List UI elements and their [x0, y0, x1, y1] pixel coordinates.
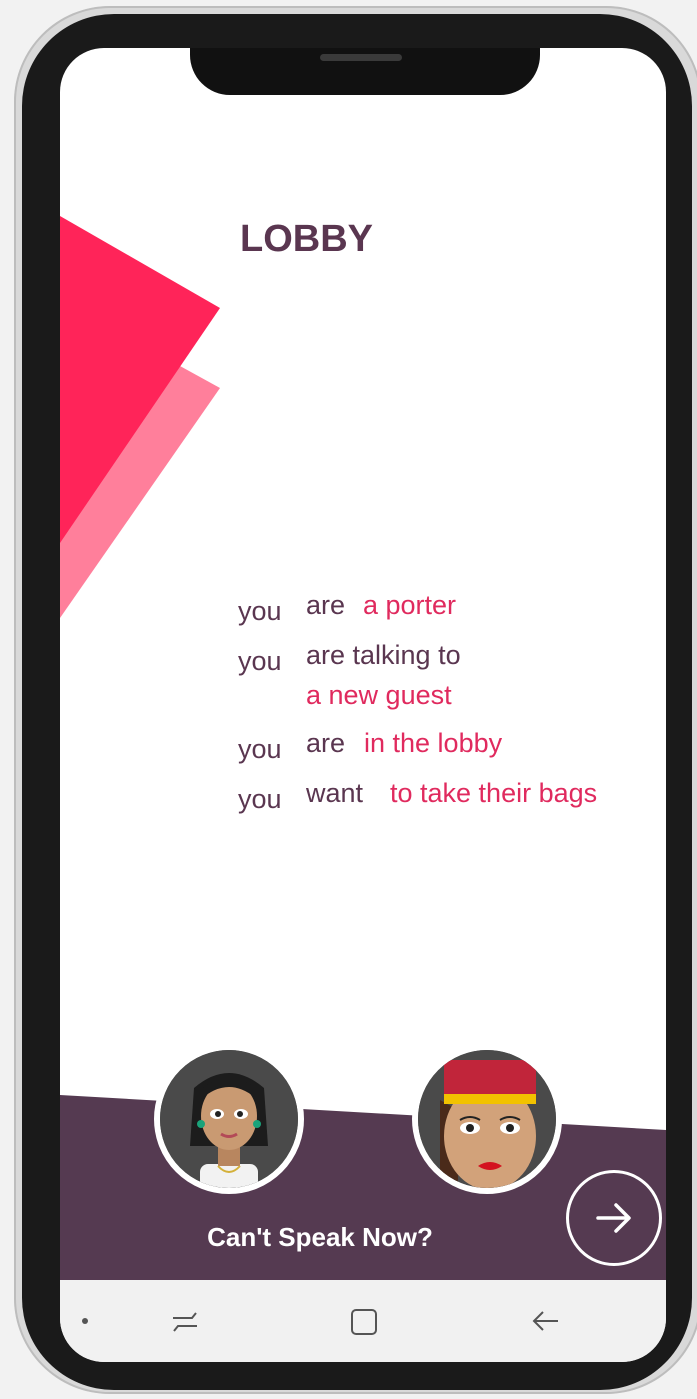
scenario-line-continued: a new guest [238, 680, 658, 728]
scenario-role: in the lobby [364, 728, 503, 758]
page-title: LOBBY [240, 218, 373, 260]
scenario-subject: you [238, 734, 282, 764]
scenario-role: to take their bags [390, 778, 598, 808]
recent-apps-icon[interactable] [170, 1306, 200, 1336]
earpiece-speaker [320, 54, 402, 61]
scenario-subject: you [238, 646, 282, 676]
next-button[interactable] [566, 1170, 662, 1266]
porter-avatar-icon [418, 1050, 556, 1188]
app-screen: LOBBY you are a porter you are talking t… [60, 48, 666, 1362]
scenario-verb: are [306, 590, 346, 620]
scenario-line: you are a porter [238, 590, 658, 640]
porter-avatar [412, 1044, 562, 1194]
scenario-role: a new guest [306, 680, 452, 710]
guest-avatar [154, 1044, 304, 1194]
scenario-block: you are a porter you are talking to a ne… [238, 590, 658, 822]
system-navbar [60, 1280, 666, 1362]
scenario-line: you are talking to [238, 640, 658, 680]
scenario-role: a porter [363, 590, 457, 620]
home-icon[interactable] [348, 1306, 380, 1338]
scenario-verb: are talking to [306, 640, 461, 670]
scenario-line: you are in the lobby [238, 728, 658, 778]
dot-icon [82, 1318, 88, 1324]
arrow-right-icon [596, 1203, 631, 1233]
scenario-verb: want [306, 778, 364, 808]
cant-speak-now-button[interactable]: Can't Speak Now? [190, 1222, 450, 1253]
scenario-verb: are [306, 728, 346, 758]
scenario-line: you want to take their bags [238, 778, 658, 822]
scenario-subject: you [238, 596, 282, 626]
camera-notch [190, 48, 540, 95]
woman-avatar-icon [160, 1050, 298, 1188]
decorative-shapes [60, 216, 220, 618]
scenario-subject: you [238, 784, 282, 814]
back-icon[interactable] [530, 1306, 562, 1336]
